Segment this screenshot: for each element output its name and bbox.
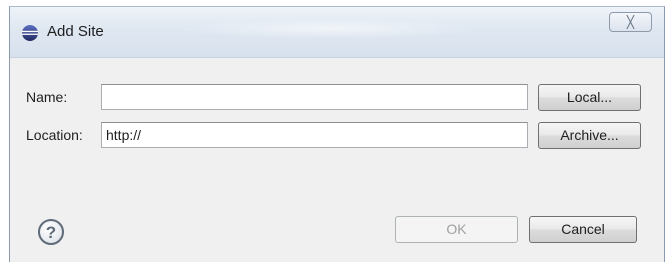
location-label: Location: — [26, 127, 83, 143]
name-input[interactable] — [101, 84, 528, 110]
ok-button[interactable]: OK — [395, 216, 518, 243]
eclipse-icon — [22, 25, 38, 41]
dialog-body: Name: Local... Location: Archive... ? OK… — [10, 57, 664, 262]
cancel-button[interactable]: Cancel — [529, 216, 637, 243]
dialog-title: Add Site — [47, 23, 104, 40]
add-site-dialog: Add Site ╳ Name: Local... Location: Arch… — [9, 6, 665, 262]
local-button[interactable]: Local... — [538, 84, 641, 111]
location-input[interactable] — [101, 122, 528, 148]
title-bar[interactable]: Add Site ╳ — [10, 7, 664, 57]
help-icon[interactable]: ? — [37, 218, 65, 246]
close-button[interactable]: ╳ — [609, 12, 652, 32]
help-glyph: ? — [46, 223, 56, 242]
title-bar-glow — [180, 19, 480, 39]
archive-button[interactable]: Archive... — [538, 122, 641, 149]
close-icon: ╳ — [626, 15, 635, 29]
name-label: Name: — [26, 89, 68, 105]
